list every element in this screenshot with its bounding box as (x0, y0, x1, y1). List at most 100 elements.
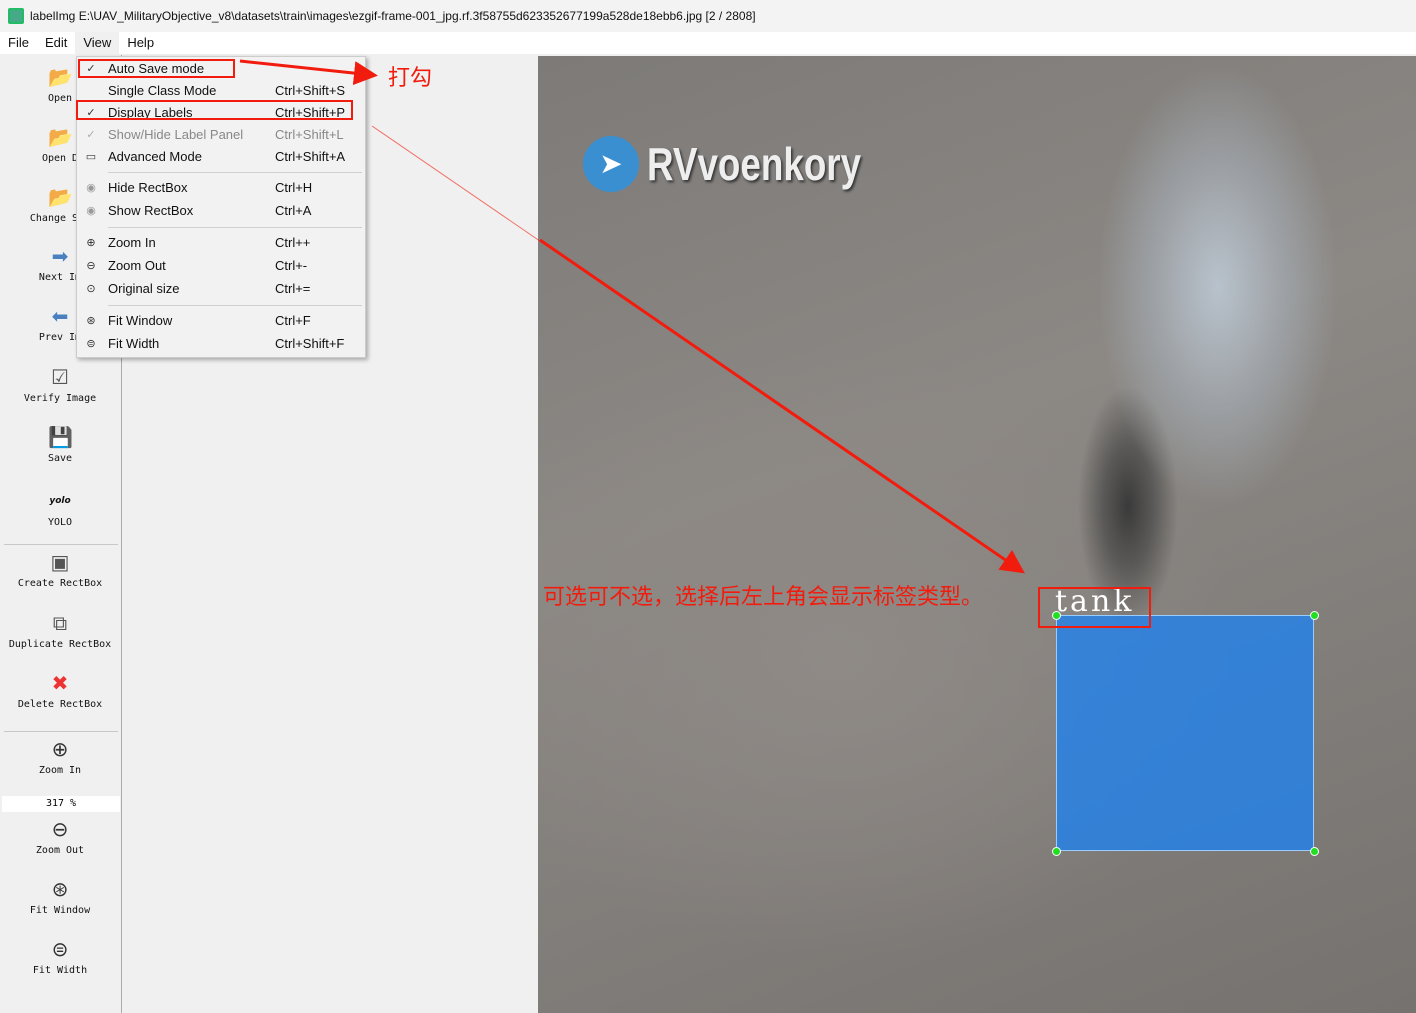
fit-width-button[interactable]: ⊜ Fit Width (0, 937, 120, 976)
arrow-right-icon: ➡ (51, 244, 69, 268)
zoom-in-icon: ⊕ (51, 737, 69, 761)
delete-rectbox-button[interactable]: ✖ Delete RectBox (0, 671, 120, 710)
separator (4, 731, 118, 732)
fit-width-icon: ⊜ (86, 338, 96, 350)
duplicate-icon: ⧉ (52, 611, 68, 635)
zoom-level-spinbox[interactable]: 317 % (2, 796, 120, 812)
check-icon: ✓ (86, 129, 96, 141)
folder-icon: 📂 (48, 125, 73, 149)
eye-icon: ◉ (86, 205, 96, 217)
menu-label: Original size (108, 281, 180, 296)
zoom-out-button[interactable]: ⊖ Zoom Out (0, 817, 120, 856)
zoom-in-icon: ⊕ (86, 237, 96, 249)
menu-shortcut: Ctrl+H (275, 180, 313, 195)
highlight-auto-save (78, 59, 235, 78)
yolo-icon: yolo (49, 496, 71, 506)
menu-bar: File Edit View Help (0, 32, 1416, 54)
separator (4, 544, 118, 545)
highlight-display-labels (76, 100, 353, 120)
fit-window-label: Fit Window (29, 905, 91, 916)
highlight-box-label (1038, 587, 1151, 628)
menu-item-hide-rectbox[interactable]: ◉ Hide RectBox Ctrl+H (77, 177, 365, 199)
verify-image-button[interactable]: ☑ Verify Image (0, 365, 120, 404)
menu-shortcut: Ctrl+- (275, 258, 308, 273)
menu-shortcut: Ctrl+Shift+S (275, 83, 346, 98)
menu-item-fit-width[interactable]: ⊜ Fit Width Ctrl+Shift+F (77, 333, 365, 355)
open-dir-label: Open D (41, 153, 79, 164)
menu-item-fit-window[interactable]: ⊛ Fit Window Ctrl+F (77, 310, 365, 332)
save-label: Save (47, 453, 73, 464)
menu-shortcut: Ctrl+A (275, 203, 312, 218)
menu-help[interactable]: Help (119, 32, 162, 54)
bbox-handle[interactable] (1310, 611, 1319, 620)
arrow-left-icon: ⬅ (51, 304, 69, 328)
folder-icon: 📂 (48, 65, 73, 89)
zoom-out-icon: ⊖ (51, 817, 69, 841)
menu-separator (108, 305, 362, 306)
original-size-icon: ⊙ (86, 283, 96, 295)
open-label: Open (47, 93, 73, 104)
title-bar: labelImg E:\UAV_MilitaryObjective_v8\dat… (0, 0, 1416, 32)
menu-label: Fit Window (108, 313, 173, 328)
menu-label: Hide RectBox (108, 180, 188, 195)
app-icon (8, 8, 24, 24)
duplicate-rectbox-button[interactable]: ⧉ Duplicate RectBox (0, 611, 120, 650)
menu-label: Single Class Mode (108, 83, 217, 98)
create-box-icon: ▣ (50, 550, 70, 574)
fit-window-button[interactable]: ⊛ Fit Window (0, 877, 120, 916)
label-note: 可选可不选，选择后左上角会显示标签类型。 (543, 585, 984, 610)
bbox-handle[interactable] (1052, 847, 1061, 856)
delete-x-icon: ✖ (51, 671, 69, 695)
delete-label: Delete RectBox (17, 699, 103, 710)
menu-label: Fit Width (108, 336, 160, 351)
zoom-in-label: Zoom In (38, 765, 82, 776)
menu-shortcut: Ctrl+Shift+L (275, 127, 344, 142)
watermark: ➤ RVvoenkory (583, 136, 915, 192)
menu-item-single-class[interactable]: Single Class Mode Ctrl+Shift+S (77, 80, 365, 102)
yolo-format-button[interactable]: yolo YOLO (0, 489, 120, 528)
verify-label: Verify Image (23, 393, 97, 404)
menu-item-zoom-out[interactable]: ⊖ Zoom Out Ctrl+- (77, 255, 365, 277)
menu-label: Zoom Out (108, 258, 166, 273)
window-title: labelImg E:\UAV_MilitaryObjective_v8\dat… (30, 9, 756, 23)
menu-view[interactable]: View (75, 32, 120, 54)
zoom-out-icon: ⊖ (86, 260, 96, 272)
menu-edit[interactable]: Edit (37, 32, 75, 54)
menu-item-original-size[interactable]: ⊙ Original size Ctrl+= (77, 278, 365, 300)
menu-label: Advanced Mode (108, 149, 202, 164)
check-note: 打勾 (388, 66, 433, 91)
zoom-in-button[interactable]: ⊕ Zoom In (0, 737, 120, 776)
fit-window-icon: ⊛ (51, 877, 69, 901)
save-button[interactable]: 💾 Save (0, 425, 120, 464)
yolo-label: YOLO (47, 517, 73, 528)
menu-label: Show/Hide Label Panel (108, 127, 244, 142)
create-rectbox-button[interactable]: ▣ Create RectBox (0, 550, 120, 589)
folder-icon: 📂 (48, 185, 73, 209)
next-label: Next Im (38, 272, 82, 283)
menu-file[interactable]: File (0, 32, 37, 54)
fit-width-label: Fit Width (32, 965, 88, 976)
duplicate-label: Duplicate RectBox (8, 639, 112, 650)
eye-icon: ◉ (86, 182, 96, 194)
create-label: Create RectBox (17, 578, 103, 589)
menu-item-zoom-in[interactable]: ⊕ Zoom In Ctrl++ (77, 232, 365, 254)
menu-separator (108, 227, 362, 228)
zoom-out-label: Zoom Out (35, 845, 85, 856)
menu-shortcut: Ctrl+Shift+A (275, 149, 346, 164)
fit-width-icon: ⊜ (51, 937, 69, 961)
menu-label: Show RectBox (108, 203, 194, 218)
image-canvas[interactable]: ➤ RVvoenkory tank (538, 56, 1416, 1013)
menu-shortcut: Ctrl++ (275, 235, 311, 250)
menu-shortcut: Ctrl+Shift+F (275, 336, 345, 351)
menu-item-show-rectbox[interactable]: ◉ Show RectBox Ctrl+A (77, 200, 365, 222)
floppy-icon: 💾 (48, 425, 73, 449)
tag-icon: ▭ (85, 151, 97, 163)
menu-item-advanced-mode[interactable]: ▭ Advanced Mode Ctrl+Shift+A (77, 146, 365, 168)
telegram-logo-icon: ➤ (583, 136, 639, 192)
prev-label: Prev Im (38, 332, 82, 343)
menu-label: Zoom In (108, 235, 156, 250)
menu-shortcut: Ctrl+F (275, 313, 311, 328)
bbox-handle[interactable] (1310, 847, 1319, 856)
menu-separator (108, 172, 362, 173)
bounding-box[interactable] (1056, 615, 1314, 851)
